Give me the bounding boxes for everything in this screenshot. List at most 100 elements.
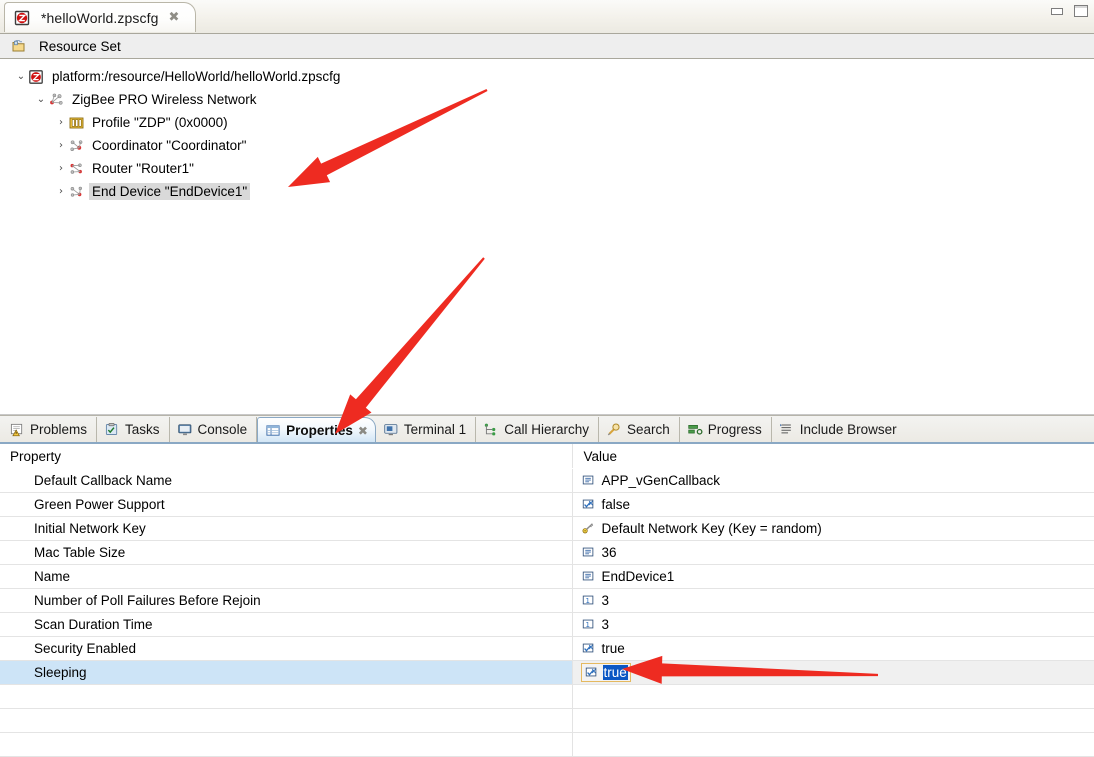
table-header-row: Property Value xyxy=(0,444,1094,469)
tree-item-label: Router "Router1" xyxy=(92,161,194,176)
property-value-cell[interactable]: false xyxy=(571,492,1094,517)
boolean-property-icon xyxy=(584,665,600,680)
table-row[interactable]: Initial Network Key Default Network Key (… xyxy=(0,516,1094,541)
model-tree[interactable]: ⌄ platform:/resource/HelloWorld/helloWorl… xyxy=(0,59,1094,415)
close-icon[interactable]: ✖ xyxy=(169,11,180,24)
tree-item-1[interactable]: ⌄ ZigBee PRO Wireless Network xyxy=(0,88,1094,111)
property-name-cell[interactable]: Mac Table Size xyxy=(0,540,572,565)
coordinator-icon xyxy=(68,138,85,154)
tree-item-5[interactable]: › End Device "EndDevice1" xyxy=(0,180,1094,203)
zpscfg-file-icon xyxy=(28,69,45,85)
string-property-icon xyxy=(581,473,597,488)
property-name-cell[interactable]: Name xyxy=(0,564,572,589)
properties-icon xyxy=(265,423,281,438)
string-property-icon xyxy=(581,545,597,560)
view-tab-problems[interactable]: Problems xyxy=(2,417,98,442)
value-cell-editor[interactable]: true xyxy=(580,663,631,682)
minimize-icon[interactable] xyxy=(1050,5,1064,17)
maximize-icon[interactable] xyxy=(1074,5,1088,17)
view-tab-label: Console xyxy=(197,422,248,437)
property-name-cell[interactable]: Green Power Support xyxy=(0,492,572,517)
view-tab-label: Progress xyxy=(707,422,762,437)
console-icon xyxy=(177,422,193,437)
chevron-right-icon[interactable]: › xyxy=(54,117,68,128)
zpscfg-file-icon xyxy=(14,10,31,26)
tree-item-3[interactable]: › Coordinator "Coordinator" xyxy=(0,134,1094,157)
property-name-cell[interactable]: Scan Duration Time xyxy=(0,612,572,637)
tree-item-label: End Device "EndDevice1" xyxy=(89,183,251,200)
view-tab-label: Include Browser xyxy=(799,422,897,437)
property-value-cell[interactable]: Default Network Key (Key = random) xyxy=(571,516,1094,541)
property-name-cell[interactable]: Sleeping xyxy=(0,660,572,685)
table-row[interactable]: Green Power Support false xyxy=(0,492,1094,517)
window-controls xyxy=(1050,5,1088,17)
search-icon xyxy=(606,422,622,437)
close-icon[interactable]: ✖ xyxy=(358,424,368,438)
view-tab-strip: Problems Tasks Console Properties ✖ Terminal … xyxy=(0,415,1094,443)
enddevice-icon xyxy=(68,184,85,200)
property-value-cell-empty xyxy=(571,732,1094,757)
property-value-cell[interactable]: 36 xyxy=(571,540,1094,565)
property-value-cell[interactable]: 13 xyxy=(571,588,1094,613)
tree-item-label: Coordinator "Coordinator" xyxy=(92,138,247,153)
call-hierarchy-icon xyxy=(483,422,499,437)
view-tab-call-hierarchy[interactable]: Call Hierarchy xyxy=(476,417,599,442)
string-property-icon xyxy=(581,569,597,584)
property-name-cell[interactable]: Number of Poll Failures Before Rejoin xyxy=(0,588,572,613)
table-row-empty xyxy=(0,684,1094,709)
property-value-text: 3 xyxy=(601,593,610,608)
property-value-cell[interactable]: EndDevice1 xyxy=(571,564,1094,589)
table-row-empty xyxy=(0,708,1094,733)
chevron-down-icon[interactable]: ⌄ xyxy=(14,71,28,82)
tree-item-4[interactable]: › Router "Router1" xyxy=(0,157,1094,180)
property-value-cell[interactable]: true xyxy=(571,660,1094,685)
resource-set-icon xyxy=(11,38,28,54)
tree-item-2[interactable]: › Profile "ZDP" (0x0000) xyxy=(0,111,1094,134)
view-tab-tasks[interactable]: Tasks xyxy=(97,417,170,442)
problems-icon xyxy=(9,422,25,437)
chevron-right-icon[interactable]: › xyxy=(54,186,68,197)
view-tab-search[interactable]: Search xyxy=(599,417,680,442)
view-tab-properties[interactable]: Properties ✖ xyxy=(257,417,376,443)
boolean-property-icon xyxy=(581,641,597,656)
view-tab-progress[interactable]: Progress xyxy=(680,417,772,442)
property-value-text: false xyxy=(601,497,631,512)
property-value-cell[interactable]: true xyxy=(571,636,1094,661)
property-value-cell-empty xyxy=(571,708,1094,733)
editor-tab-helloworld[interactable]: *helloWorld.zpscfg ✖ xyxy=(4,2,197,32)
table-row[interactable]: Security Enabled true xyxy=(0,636,1094,661)
table-row[interactable]: Number of Poll Failures Before Rejoin 1 3 xyxy=(0,588,1094,613)
property-value-cell[interactable]: APP_vGenCallback xyxy=(571,468,1094,493)
property-name-cell[interactable]: Initial Network Key xyxy=(0,516,572,541)
table-row[interactable]: Name EndDevice1 xyxy=(0,564,1094,589)
view-tab-console[interactable]: Console xyxy=(170,417,258,442)
number-property-icon: 1 xyxy=(581,593,597,608)
resource-set-label: Resource Set xyxy=(39,38,121,54)
chevron-right-icon[interactable]: › xyxy=(54,163,68,174)
view-tab-label: Call Hierarchy xyxy=(504,422,589,437)
resource-set-header: Resource Set xyxy=(0,34,1094,59)
property-name-cell[interactable]: Security Enabled xyxy=(0,636,572,661)
profile-icon xyxy=(68,115,85,131)
column-header-value[interactable]: Value xyxy=(571,444,1094,469)
table-row[interactable]: Default Callback Name APP_vGenCallback xyxy=(0,468,1094,493)
property-name-cell[interactable]: Default Callback Name xyxy=(0,468,572,493)
chevron-right-icon[interactable]: › xyxy=(54,140,68,151)
view-tab-include-browser[interactable]: Include Browser xyxy=(772,417,906,442)
progress-icon xyxy=(687,422,703,437)
eclipse-window: *helloWorld.zpscfg ✖ Resource Set ⌄ platf… xyxy=(0,0,1094,757)
table-row-empty xyxy=(0,732,1094,757)
tree-item-0[interactable]: ⌄ platform:/resource/HelloWorld/helloWorl… xyxy=(0,65,1094,88)
table-row[interactable]: Mac Table Size 36 xyxy=(0,540,1094,565)
chevron-down-icon[interactable]: ⌄ xyxy=(34,94,48,105)
view-tab-terminal-1[interactable]: Terminal 1 xyxy=(376,417,477,442)
include-browser-icon xyxy=(779,422,795,437)
table-row[interactable]: Sleeping true xyxy=(0,660,1094,685)
column-header-property[interactable]: Property xyxy=(0,444,572,469)
number-property-icon: 1 xyxy=(581,617,597,632)
tree-item-label: Profile "ZDP" (0x0000) xyxy=(92,115,228,130)
view-tab-label: Problems xyxy=(30,422,88,437)
property-name-cell-empty xyxy=(0,732,572,757)
property-value-cell[interactable]: 13 xyxy=(571,612,1094,637)
table-row[interactable]: Scan Duration Time 1 3 xyxy=(0,612,1094,637)
